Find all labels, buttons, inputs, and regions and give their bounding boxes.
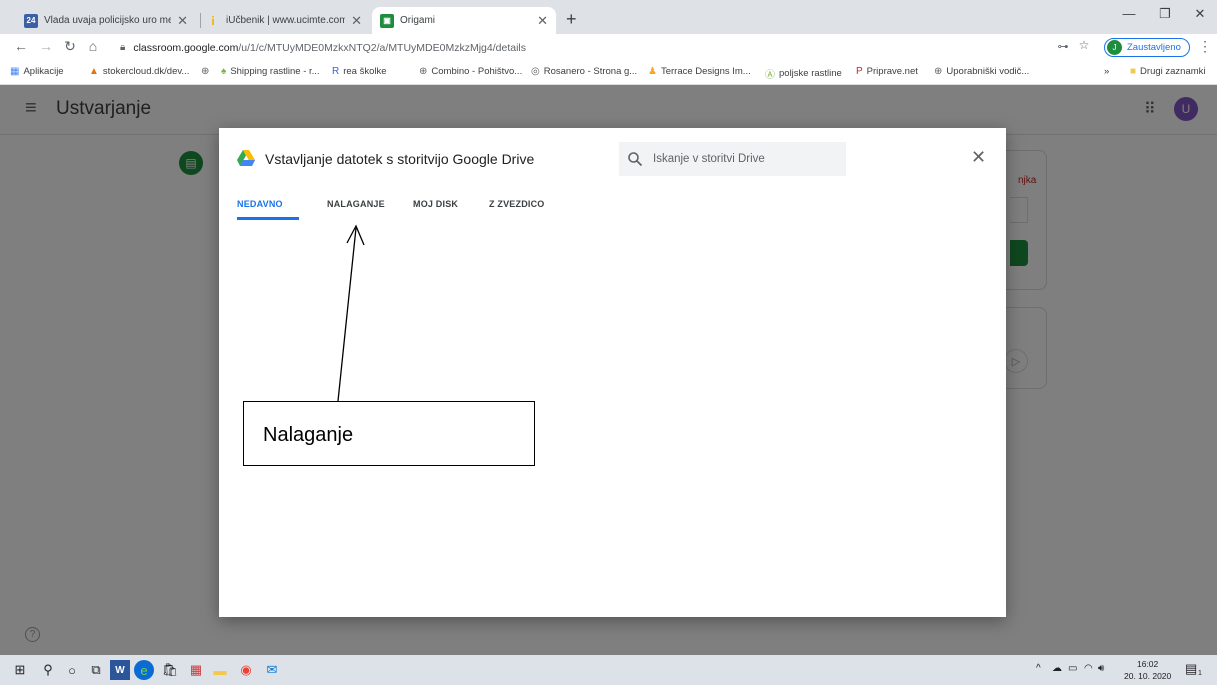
mail-icon[interactable]: ✉ xyxy=(262,660,282,680)
notification-center-icon[interactable]: ▤ xyxy=(1185,661,1197,677)
windows-start-icon[interactable]: ⊞ xyxy=(10,660,30,680)
search-icon[interactable]: ⚲ xyxy=(38,660,58,680)
annotation-label: Nalaganje xyxy=(263,424,354,446)
file-explorer-icon[interactable]: ▬ xyxy=(210,660,230,680)
clock-date: 20. 10. 2020 xyxy=(1124,671,1172,681)
store-icon[interactable]: 🛍︎ xyxy=(160,660,180,680)
volume-icon[interactable]: 🔊︎ xyxy=(1098,663,1104,674)
cortana-icon[interactable]: ○ xyxy=(62,660,82,680)
wifi-icon[interactable]: ◠ xyxy=(1084,663,1093,674)
edge-icon[interactable]: e xyxy=(134,660,154,680)
system-clock[interactable]: 16:02 20. 10. 2020 xyxy=(1124,658,1171,682)
tray-chevron-icon[interactable]: ^ xyxy=(1036,663,1041,674)
word-icon[interactable]: W xyxy=(110,660,130,680)
windows-taskbar: ⊞ ⚲ ○ ⧉ W e 🛍︎ ▦ ▬ ◉ ✉ ^ ☁ ▭ ◠ 🔊︎ 16:02 … xyxy=(0,655,1217,685)
battery-icon[interactable]: ▭ xyxy=(1068,663,1077,674)
annotation-callout: Nalaganje xyxy=(243,401,535,466)
task-view-icon[interactable]: ⧉ xyxy=(86,660,106,680)
gift-icon[interactable]: ▦ xyxy=(186,660,206,680)
annotation-arrow xyxy=(337,224,365,402)
onedrive-icon[interactable]: ☁ xyxy=(1052,663,1062,674)
chrome-icon[interactable]: ◉ xyxy=(236,660,256,680)
notification-count: 1 xyxy=(1198,670,1202,677)
clock-time: 16:02 xyxy=(1136,659,1159,669)
